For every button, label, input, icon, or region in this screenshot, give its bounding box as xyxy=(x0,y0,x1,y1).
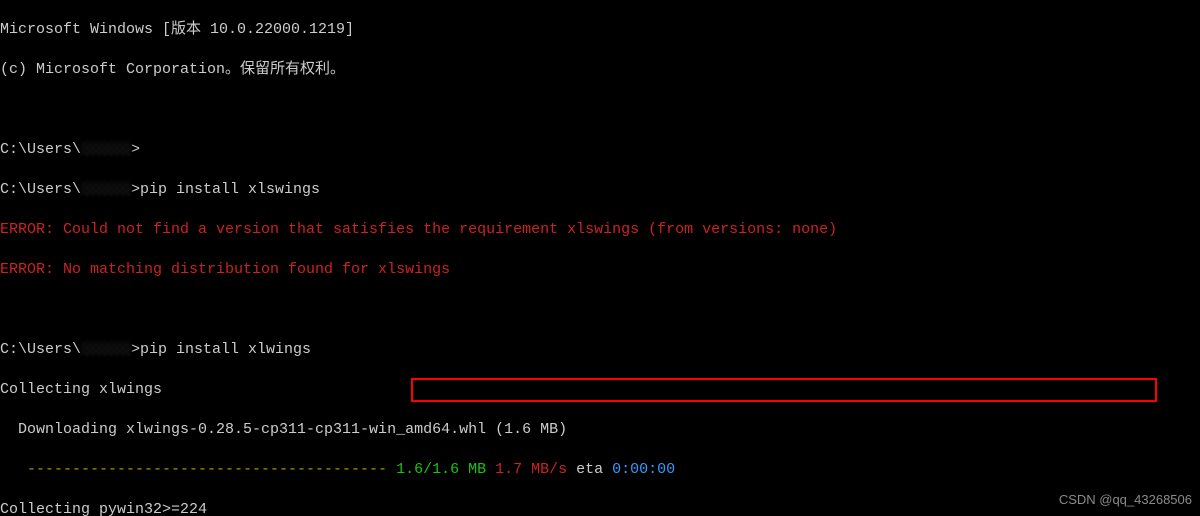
command-prompt-terminal[interactable]: Microsoft Windows [版本 10.0.22000.1219] (… xyxy=(0,0,1200,516)
progress-rate: 1.7 MB/s xyxy=(486,461,567,478)
progress-eta-label: eta xyxy=(567,461,612,478)
downloading-line-1: Downloading xlwings-0.28.5-cp311-cp311-w… xyxy=(0,420,1200,440)
prompt-line-empty: C:\Users\ > xyxy=(0,140,1200,160)
progress-line-1: ----------------------------------------… xyxy=(0,460,1200,480)
prompt-text: C:\Users\ xyxy=(0,141,81,158)
error-line-1: ERROR: Could not find a version that sat… xyxy=(0,220,1200,240)
prompt-arrow: > xyxy=(131,341,140,358)
blank-line xyxy=(0,100,1200,120)
redacted-username-icon xyxy=(81,342,131,356)
collecting-line-1: Collecting xlwings xyxy=(0,380,1200,400)
prompt-line-cmd1: C:\Users\ >pip install xlswings xyxy=(0,180,1200,200)
copyright-line: (c) Microsoft Corporation。保留所有权利。 xyxy=(0,60,1200,80)
progress-bar-dashes: ---------------------------------------- xyxy=(0,461,396,478)
prompt-text: C:\Users\ xyxy=(0,341,81,358)
collecting-line-2: Collecting pywin32>=224 xyxy=(0,500,1200,516)
prompt-line-cmd2: C:\Users\ >pip install xlwings xyxy=(0,340,1200,360)
redacted-username-icon xyxy=(81,182,131,196)
csdn-watermark: CSDN @qq_43268506 xyxy=(1059,490,1192,510)
progress-done-size: 1.6/1.6 MB xyxy=(396,461,486,478)
error-line-2: ERROR: No matching distribution found fo… xyxy=(0,260,1200,280)
typed-command: pip install xlwings xyxy=(140,341,311,358)
progress-eta-time: 0:00:00 xyxy=(612,461,675,478)
typed-command: pip install xlswings xyxy=(140,181,320,198)
blank-line xyxy=(0,300,1200,320)
prompt-text: C:\Users\ xyxy=(0,181,81,198)
prompt-arrow: > xyxy=(131,181,140,198)
redacted-username-icon xyxy=(81,142,131,156)
prompt-arrow: > xyxy=(131,141,140,158)
os-version-line: Microsoft Windows [版本 10.0.22000.1219] xyxy=(0,20,1200,40)
